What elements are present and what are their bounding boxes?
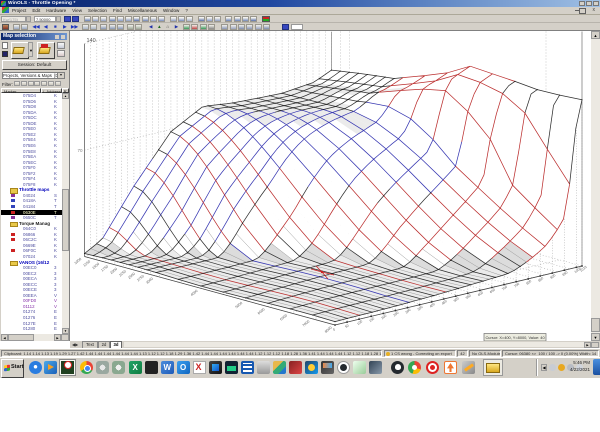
svg-text:70: 70 [78,148,84,153]
svg-text:Cursor: X=400, Y=8000, Value:: Cursor: X=400, Y=8000, Value: 40 [486,335,546,340]
svg-text:140: 140 [87,38,96,44]
